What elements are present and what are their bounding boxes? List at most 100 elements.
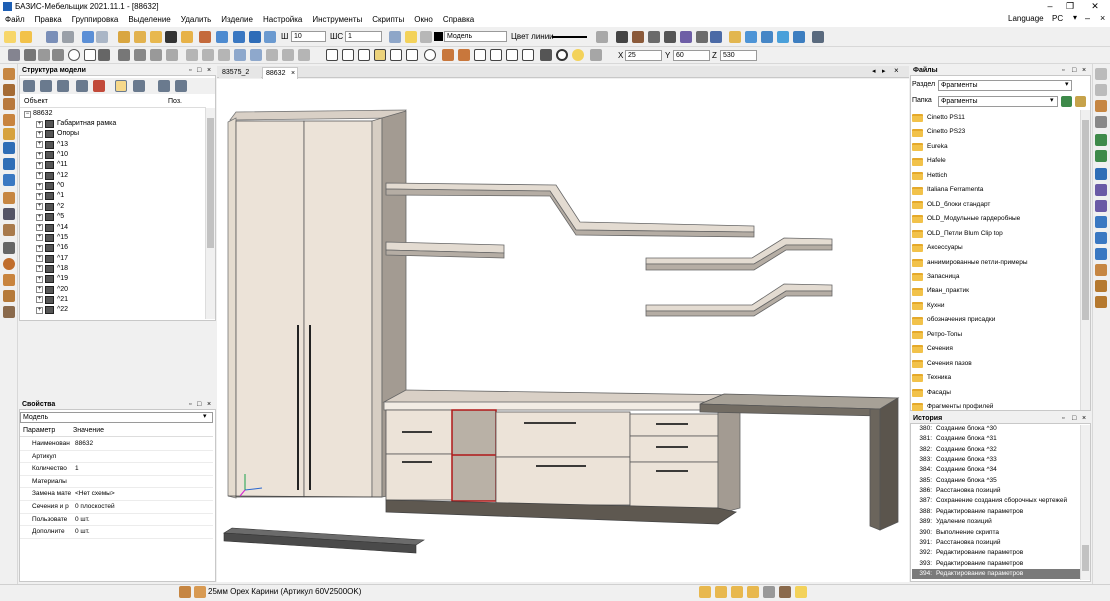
chamfer-tool-icon[interactable] — [166, 49, 178, 61]
cone-icon[interactable] — [3, 274, 15, 286]
section-select[interactable]: Фрагменты — [938, 80, 1072, 91]
folder-item[interactable]: Сечения пазов — [912, 357, 1080, 372]
door-icon[interactable] — [3, 224, 15, 236]
layer-settings-icon[interactable] — [389, 31, 401, 43]
transparency-icon[interactable] — [522, 49, 534, 61]
snap-node-icon[interactable] — [150, 31, 162, 43]
tree-item[interactable]: + ^16 — [36, 243, 68, 253]
expand-icon[interactable]: + — [36, 151, 43, 159]
circle-tool-icon[interactable] — [68, 49, 80, 61]
panel-minimize-icon[interactable]: ▫ — [189, 66, 191, 76]
view-top-icon[interactable] — [342, 49, 354, 61]
folder-up-icon[interactable] — [1061, 96, 1072, 107]
folder-item[interactable]: Cinetto PS11 — [912, 111, 1080, 126]
open-file-icon[interactable] — [20, 31, 32, 43]
section-icon[interactable] — [590, 49, 602, 61]
tree-tool-3-icon[interactable] — [57, 80, 69, 92]
menu-item[interactable]: Удалить — [176, 13, 217, 27]
history-item[interactable]: 389: Удаление позиций — [912, 517, 1080, 527]
tree-item[interactable]: + ^5 — [36, 212, 64, 222]
status-snap-1-icon[interactable] — [699, 586, 711, 598]
pan-icon[interactable] — [793, 31, 805, 43]
right-tool-5-icon[interactable] — [1095, 134, 1107, 146]
history-item[interactable]: 381: Создание блока ^31 — [912, 434, 1080, 444]
model-tree-scrollbar[interactable] — [205, 108, 215, 319]
bulb-icon[interactable] — [405, 31, 417, 43]
curved-panel-icon[interactable] — [3, 128, 15, 140]
tab-83575-2[interactable]: 83575_2 — [219, 67, 261, 78]
right-tool-13-icon[interactable] — [1095, 264, 1107, 276]
tab-scroll-right-icon[interactable]: ▸ — [882, 67, 886, 75]
history-item[interactable]: 390: Выполнение скрипта — [912, 528, 1080, 538]
property-value[interactable]: 88632 — [75, 438, 93, 451]
close-button[interactable]: ✕ — [1080, 0, 1110, 13]
tab-close-icon[interactable]: × — [291, 68, 295, 79]
property-value[interactable]: 0 шт. — [75, 514, 90, 527]
status-light-icon[interactable] — [795, 586, 807, 598]
offset-tool-icon[interactable] — [234, 49, 246, 61]
panel-restore-icon[interactable]: □ — [197, 400, 201, 410]
right-tool-14-icon[interactable] — [1095, 280, 1107, 292]
folder-search-icon[interactable] — [1075, 96, 1086, 107]
property-row[interactable]: Пользовате 0 шт. — [20, 514, 213, 527]
folder-item[interactable]: OLD_Петли Blum Clip top — [912, 227, 1080, 242]
menu-item[interactable]: Файл — [0, 13, 30, 27]
status-snap-3-icon[interactable] — [731, 586, 743, 598]
language-menu[interactable]: Language — [1008, 14, 1044, 23]
chevron-down-icon[interactable]: ▾ — [1050, 96, 1054, 104]
tree-tool-1-icon[interactable] — [23, 80, 35, 92]
locale-chevron-icon[interactable]: ▾ — [1073, 13, 1077, 22]
right-tool-6-icon[interactable] — [1095, 150, 1107, 162]
property-row[interactable]: Количество 1 — [20, 463, 213, 476]
collapse-icon[interactable]: − — [24, 110, 31, 118]
tree-tool-5-icon[interactable] — [93, 80, 105, 92]
hinge-icon[interactable] — [3, 242, 15, 254]
status-snap-4-icon[interactable] — [747, 586, 759, 598]
expand-icon[interactable]: + — [36, 192, 43, 200]
snap-grid-icon[interactable] — [118, 31, 130, 43]
history-item[interactable]: 380: Создание блока ^30 — [912, 424, 1080, 434]
scale-tool-icon[interactable] — [266, 49, 278, 61]
expand-icon[interactable]: + — [36, 203, 43, 211]
zoom-all-icon[interactable] — [745, 31, 757, 43]
cursor-tool-icon[interactable] — [812, 31, 824, 43]
tree-tool-2-icon[interactable] — [40, 80, 52, 92]
tree-item[interactable]: + Габаритная рамка — [36, 119, 116, 129]
rotate-icon[interactable] — [249, 31, 261, 43]
fitting-icon[interactable] — [3, 208, 15, 220]
doc-minimize-button[interactable]: – — [1085, 13, 1090, 23]
palette-icon[interactable] — [596, 31, 608, 43]
folder-item[interactable]: Фрагменты профилей — [912, 400, 1080, 415]
folder-item[interactable]: Кухни — [912, 299, 1080, 314]
tree-item[interactable]: + ^1 — [36, 191, 64, 201]
line-tool-icon[interactable] — [24, 49, 36, 61]
tree-item[interactable]: + ^2 — [36, 202, 64, 212]
folder-item[interactable]: Hafele — [912, 154, 1080, 169]
extrusion-icon[interactable] — [3, 158, 15, 170]
folder-item[interactable]: Сечения — [912, 342, 1080, 357]
folder-item[interactable]: обозначения присадки — [912, 313, 1080, 328]
tree-item[interactable]: + ^12 — [36, 171, 68, 181]
view-front-icon[interactable] — [326, 49, 338, 61]
panel-minimize-icon[interactable]: ▫ — [189, 400, 191, 410]
box-icon[interactable] — [3, 174, 15, 186]
snap-line-icon[interactable] — [181, 31, 193, 43]
menu-item[interactable]: Выделение — [123, 13, 175, 27]
model-viewport[interactable] — [217, 79, 909, 582]
new-file-icon[interactable] — [4, 31, 16, 43]
property-row[interactable]: Материалы — [20, 476, 213, 489]
view-left-icon[interactable] — [358, 49, 370, 61]
tree-item[interactable]: + ^14 — [36, 223, 68, 233]
orbit-icon[interactable] — [424, 49, 436, 61]
menu-item[interactable]: Правка — [30, 13, 67, 27]
x-coordinate-field[interactable]: 25 — [625, 50, 662, 61]
folder-item[interactable]: Italiana Ferramenta — [912, 183, 1080, 198]
trim-tool-icon[interactable] — [118, 49, 130, 61]
wireframe-icon[interactable] — [474, 49, 486, 61]
tab-close-all-icon[interactable]: × — [894, 66, 899, 75]
chart-icon[interactable] — [680, 31, 692, 43]
history-item[interactable]: 382: Создание блока ^32 — [912, 445, 1080, 455]
right-tool-3-icon[interactable] — [1095, 100, 1107, 112]
property-value[interactable]: 0 плоскостей — [75, 501, 115, 514]
col-object-header[interactable]: Объект — [24, 98, 48, 105]
